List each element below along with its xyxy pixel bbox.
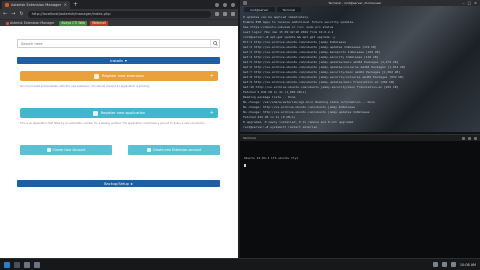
maximize-icon[interactable] (468, 136, 471, 140)
maximize-icon[interactable] (223, 2, 227, 7)
menu-icon[interactable] (231, 12, 235, 16)
files-icon[interactable] (14, 261, 20, 268)
installs-section-bar[interactable]: Installs ▾ (17, 57, 220, 64)
terminal-tab[interactable]: Terminal (276, 7, 302, 12)
section-title: Backup/Setup (104, 181, 129, 186)
network-icon[interactable] (432, 262, 438, 267)
bookmark-icon (6, 21, 9, 25)
plus-icon: + (209, 72, 214, 79)
browser-icon[interactable] (24, 261, 30, 268)
terminal-title: Terminal - root@server: /home/user (328, 1, 382, 5)
register-application-button[interactable]: Register new application + (20, 108, 218, 118)
bookmark-item[interactable]: Webmail (90, 20, 108, 26)
extension-account-icon (146, 148, 151, 152)
console-line: Ubuntu 22.04.3 LTS ubuntu tty1 (244, 156, 299, 160)
clock[interactable]: 10:08 AM (460, 263, 476, 267)
phone-icon (93, 73, 99, 79)
bookmark-label: Asterisk Extension Manager (10, 21, 55, 25)
browser-tab-strip: Asterisk Extension Manager × + (0, 0, 238, 9)
minimize-icon[interactable] (215, 2, 219, 7)
forward-arrow-icon[interactable]: → (11, 11, 15, 17)
minimize-icon[interactable]: – (463, 1, 465, 5)
text-cursor (244, 164, 246, 167)
section-title: Installs (110, 58, 123, 63)
bookmarks-bar: Asterisk Extension Manager Avaya CTI Web… (0, 19, 238, 26)
taskbar: 10:08 AM (0, 258, 480, 270)
back-arrow-icon[interactable]: ← (3, 11, 7, 17)
chevron-right-icon: ▸ (130, 181, 133, 186)
backup-section-bar[interactable]: Backup/Setup ▸ (17, 180, 220, 187)
close-icon[interactable]: × (64, 3, 67, 7)
toolbar-extensions (215, 12, 235, 16)
button-label: Register new application (100, 111, 146, 115)
search-box (17, 39, 220, 48)
search-input[interactable] (18, 40, 210, 47)
app-icon (92, 110, 98, 116)
create-extension-account-button[interactable]: Create new Extension account (128, 145, 220, 155)
button-label: Create User Account (52, 148, 86, 152)
terminal-app-icon (243, 1, 247, 5)
secondary-terminal-controls (462, 136, 477, 140)
secondary-terminal[interactable]: Terminal Ubuntu 22.04.3 LTS ubuntu tty1 (240, 134, 480, 258)
bookmark-label: Webmail (92, 21, 106, 25)
bookmark-item[interactable]: Asterisk Extension Manager (4, 21, 56, 26)
chevron-down-icon: ▾ (124, 58, 127, 63)
desktop: Asterisk Extension Manager × + ← → ↻ htt… (0, 0, 480, 270)
close-icon[interactable] (474, 136, 477, 140)
window-controls (215, 0, 238, 9)
volume-icon[interactable] (441, 262, 447, 267)
action-description: Do not proceed automatically with the ne… (20, 85, 150, 88)
button-label: Register new extension (101, 74, 145, 78)
address-bar[interactable]: http://localhost/asterisk/manager/index.… (27, 10, 211, 18)
plus-icon: + (209, 109, 214, 116)
close-icon[interactable]: × (474, 1, 477, 5)
extension-icon[interactable] (215, 12, 219, 16)
terminal-output[interactable]: 0 updates can be applied immediately. Ena… (243, 15, 477, 130)
terminal-tabs: root@server Terminal (244, 7, 302, 12)
secondary-terminal-title: Terminal (243, 136, 256, 140)
profile-icon[interactable] (223, 12, 227, 16)
terminal-titlebar: Terminal - root@server: /home/user – □ × (240, 0, 480, 6)
terminal-icon[interactable] (34, 261, 40, 268)
new-tab-icon[interactable]: + (73, 1, 78, 9)
minimize-icon[interactable] (462, 136, 465, 140)
tab-title: Asterisk Extension Manager (11, 3, 62, 7)
favicon-icon (5, 3, 9, 7)
bookmark-item[interactable]: Avaya CTI Web (59, 20, 88, 26)
app-launcher-icon[interactable] (4, 261, 10, 268)
close-window-icon[interactable] (231, 2, 235, 7)
create-user-account-button[interactable]: Create User Account (20, 145, 112, 155)
terminal-tab[interactable]: root@server (244, 7, 275, 12)
button-label: Create new Extension account (152, 148, 202, 152)
terminal-window: Terminal - root@server: /home/user – □ ×… (240, 0, 480, 258)
web-page: Installs ▾ Register new extension + Do n… (0, 26, 238, 258)
maximize-icon[interactable]: □ (468, 1, 471, 5)
browser-window: Asterisk Extension Manager × + ← → ↻ htt… (0, 0, 238, 258)
search-button[interactable] (210, 40, 219, 47)
notifications-icon[interactable] (450, 262, 456, 267)
browser-tab[interactable]: Asterisk Extension Manager × (2, 1, 70, 9)
browser-toolbar: ← → ↻ http://localhost/asterisk/manager/… (0, 9, 238, 19)
register-extension-button[interactable]: Register new extension + (20, 71, 218, 81)
action-description: This is an application test filled by an… (20, 122, 206, 125)
user-icon (46, 148, 51, 152)
system-tray: 10:08 AM (432, 262, 476, 267)
reload-icon[interactable]: ↻ (19, 11, 23, 17)
url-text: http://localhost/asterisk/manager/index.… (31, 12, 111, 16)
search-icon (212, 41, 218, 46)
bookmark-label: Avaya CTI Web (61, 21, 86, 25)
terminal-line: root@server:~# systemctl restart asteris… (243, 125, 318, 129)
